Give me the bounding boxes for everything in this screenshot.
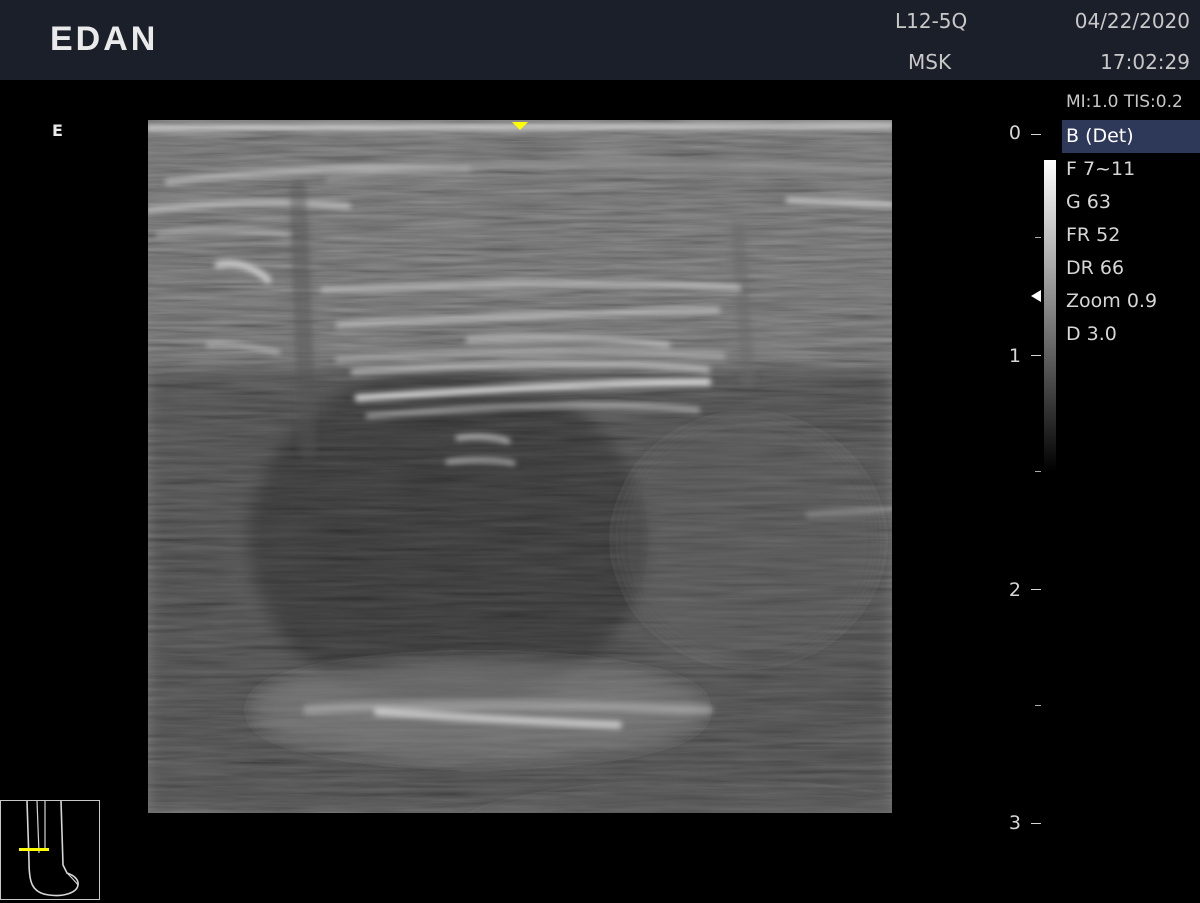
param-depth: D 3.0: [1066, 323, 1117, 345]
depth-label-2: 2: [1008, 579, 1021, 601]
acoustic-indices: MI:1.0 TIS:0.2: [1066, 92, 1183, 112]
depth-scale: 0 1 2 3: [1000, 120, 1045, 840]
depth-minor-tick: [1035, 237, 1041, 238]
grayscale-bar: [1044, 160, 1056, 472]
top-bar: EDAN L12-5Q MSK 04/22/2020 17:02:29: [0, 0, 1200, 80]
exam-time: 17:02:29: [1100, 50, 1190, 74]
depth-label-1: 1: [1008, 345, 1021, 367]
param-gain: G 63: [1066, 191, 1111, 213]
depth-tick-3: [1031, 823, 1041, 824]
bodymark-graphic: [19, 800, 79, 897]
probe-name: L12-5Q: [895, 9, 968, 33]
probe-position-marker-icon: [19, 848, 49, 851]
exam-date: 04/22/2020: [1074, 9, 1190, 33]
depth-label-3: 3: [1008, 812, 1021, 834]
depth-tick-1: [1031, 355, 1041, 356]
depth-minor-tick: [1035, 705, 1041, 706]
imaging-parameters-panel: B (Det) F 7~11 G 63 FR 52 DR 66 Zoom 0.9…: [1062, 120, 1200, 351]
focus-position-icon[interactable]: [1031, 290, 1041, 302]
param-dynamic-range: DR 66: [1066, 257, 1125, 279]
param-mode: B (Det): [1062, 120, 1200, 153]
image-mode-marker: E: [52, 121, 63, 140]
ultrasound-image[interactable]: [148, 120, 892, 813]
param-frequency: F 7~11: [1066, 158, 1136, 180]
param-frame-rate: FR 52: [1066, 224, 1121, 246]
param-zoom: Zoom 0.9: [1066, 290, 1158, 312]
brand-logo: EDAN: [50, 20, 159, 58]
depth-minor-tick: [1035, 471, 1041, 472]
exam-preset: MSK: [908, 50, 952, 74]
ultrasound-scan-graphic: [148, 120, 892, 813]
depth-tick-2: [1031, 589, 1041, 590]
ankle-bodymark-icon[interactable]: [0, 800, 100, 900]
depth-tick-0: [1031, 134, 1041, 135]
depth-label-0: 0: [1008, 122, 1021, 144]
